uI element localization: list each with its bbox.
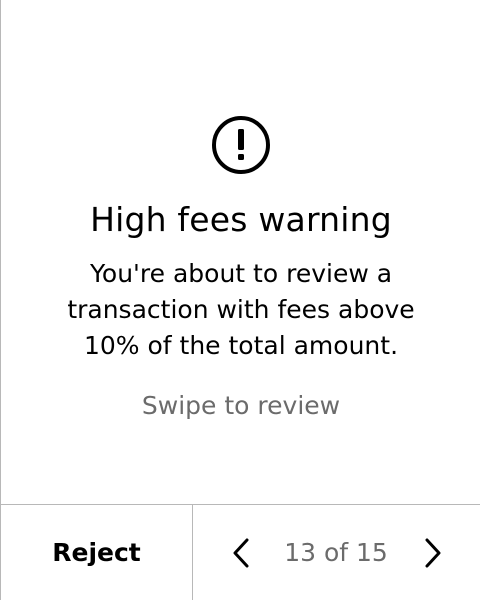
pager: 13 of 15 bbox=[193, 505, 480, 600]
previous-page-button[interactable] bbox=[225, 535, 261, 571]
page-title: High fees warning bbox=[90, 200, 392, 239]
swipe-area[interactable]: High fees warning You're about to review… bbox=[1, 0, 480, 504]
page-counter: 13 of 15 bbox=[284, 538, 388, 567]
warning-screen: High fees warning You're about to review… bbox=[0, 0, 480, 600]
next-page-button[interactable] bbox=[413, 535, 449, 571]
exclamation-circle-icon bbox=[212, 116, 270, 174]
swipe-hint: Swipe to review bbox=[141, 391, 341, 420]
warning-message: You're about to review a transaction wit… bbox=[67, 259, 415, 360]
chevron-left-icon bbox=[233, 538, 249, 568]
footer-bar: Reject 13 of 15 bbox=[1, 504, 480, 600]
chevron-right-icon bbox=[425, 538, 441, 568]
reject-button[interactable]: Reject bbox=[1, 505, 193, 600]
